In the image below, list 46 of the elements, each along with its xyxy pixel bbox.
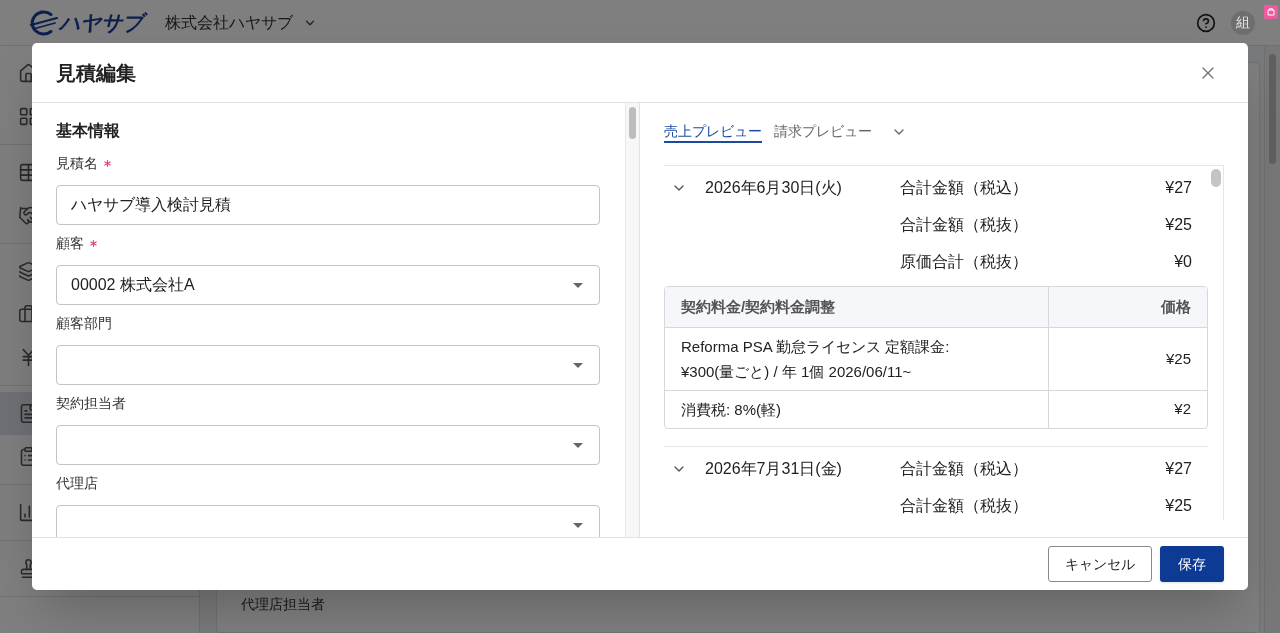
select-field[interactable] [56, 425, 600, 465]
caret-icon [573, 522, 583, 528]
section-title: 基本情報 [56, 121, 121, 141]
table-cell: ¥2 [1048, 391, 1207, 428]
caret-icon [573, 362, 583, 368]
table-cell-text: 消費税: 8%(軽) [680, 400, 782, 420]
total-value: ¥0 [1174, 251, 1193, 272]
select-field[interactable] [56, 345, 600, 385]
total-value: ¥25 [1165, 214, 1193, 235]
caret-icon [573, 282, 583, 288]
company-switcher[interactable]: 株式会社ハヤサブ [165, 10, 317, 35]
scrollbar-thumb[interactable] [1269, 54, 1276, 164]
dialog-title: 見積編集 [56, 60, 136, 86]
total-value: ¥27 [1165, 458, 1193, 479]
cancel-button[interactable]: キャンセル [1048, 546, 1152, 582]
select-field[interactable]: 00002 株式会社A [56, 265, 600, 305]
logo-text: ハヤサブ [59, 9, 147, 36]
scrollbar-thumb[interactable] [1211, 169, 1221, 187]
preview-tab[interactable]: 売上プレビュー [664, 121, 762, 143]
field-label: 見積名 [56, 154, 98, 173]
scrollbar-thumb[interactable] [629, 107, 636, 139]
total-value: ¥25 [1165, 495, 1193, 516]
total-label: 合計金額（税込） [900, 177, 1029, 198]
table-cell-text: Reforma PSA 勤怠ライセンス 定額課金: ¥300(量ごと) / 年 1個 2026/06/11~ [680, 337, 951, 382]
table-cell: ¥25 [1048, 328, 1207, 390]
total-label: 合計金額（税抜） [900, 495, 1029, 516]
save-button[interactable]: 保存 [1160, 546, 1224, 582]
field-label: 契約担当者 [56, 394, 126, 413]
date-label: 2026年7月31日(金) [705, 459, 842, 477]
preview-tab[interactable]: 請求プレビュー [774, 121, 872, 143]
column-header: 価格 [1048, 287, 1207, 327]
total-label: 合計金額（税抜） [900, 214, 1029, 235]
field-label: 顧客部門 [56, 314, 112, 333]
select-field[interactable] [56, 505, 600, 537]
field-label: 顧客 [56, 234, 84, 253]
total-label: 原価合計（税抜） [900, 251, 1029, 272]
text-field[interactable]: ハヤサブ導入検討見積 [56, 185, 600, 225]
user-avatar[interactable]: 組 [1231, 10, 1255, 35]
field-label: 代理店 [56, 474, 98, 493]
help-icon[interactable] [1196, 12, 1216, 33]
field-label: 代理店担当者 [241, 596, 326, 612]
caret-icon [573, 442, 583, 448]
total-label: 合計金額（税込） [900, 458, 1029, 479]
date-label: 2026年6月30日(火) [705, 178, 842, 196]
column-header: 契約料金/契約料金調整 [680, 296, 837, 317]
total-value: ¥27 [1165, 177, 1193, 198]
